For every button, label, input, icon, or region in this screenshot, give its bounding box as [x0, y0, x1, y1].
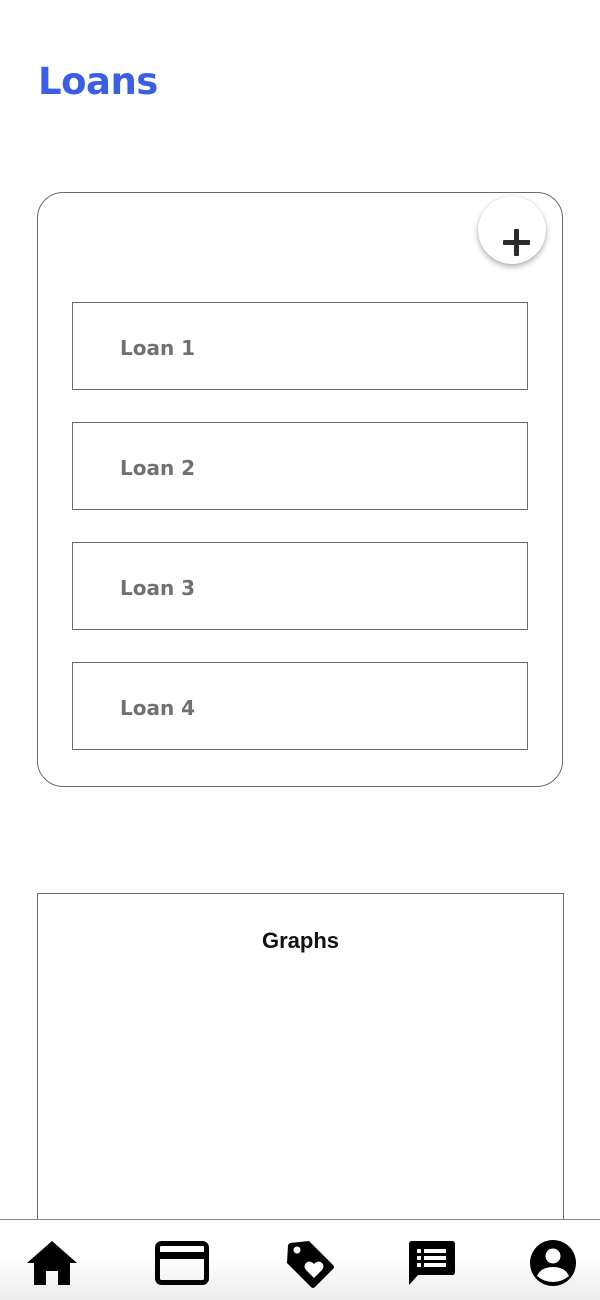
bottom-nav	[0, 1219, 600, 1300]
graphs-title: Graphs	[261, 928, 340, 953]
loan-item-2[interactable]: Loan 2	[72, 422, 528, 510]
page-title: Loans	[38, 60, 158, 103]
loan-item-4[interactable]: Loan 4	[72, 662, 528, 750]
loan-item-label: Loan 1	[120, 336, 196, 360]
account-circle-icon	[530, 1240, 576, 1286]
nav-offers[interactable]	[285, 1238, 341, 1288]
nav-profile[interactable]	[525, 1238, 581, 1288]
loan-item-label: Loan 3	[120, 576, 196, 600]
loan-item-label: Loan 2	[120, 456, 196, 480]
graphs-panel: Graphs	[37, 893, 564, 1233]
loan-item-label: Loan 4	[120, 696, 196, 720]
loan-item-1[interactable]: Loan 1	[72, 302, 528, 390]
nav-messages[interactable]	[404, 1238, 460, 1288]
add-loan-button[interactable]	[478, 196, 546, 264]
home-icon	[27, 1241, 77, 1285]
nav-home[interactable]	[24, 1238, 80, 1288]
credit-card-icon	[155, 1241, 209, 1285]
message-list-icon	[409, 1241, 455, 1285]
loan-item-3[interactable]: Loan 3	[72, 542, 528, 630]
tag-heart-icon	[287, 1241, 334, 1288]
nav-cards[interactable]	[154, 1238, 210, 1288]
